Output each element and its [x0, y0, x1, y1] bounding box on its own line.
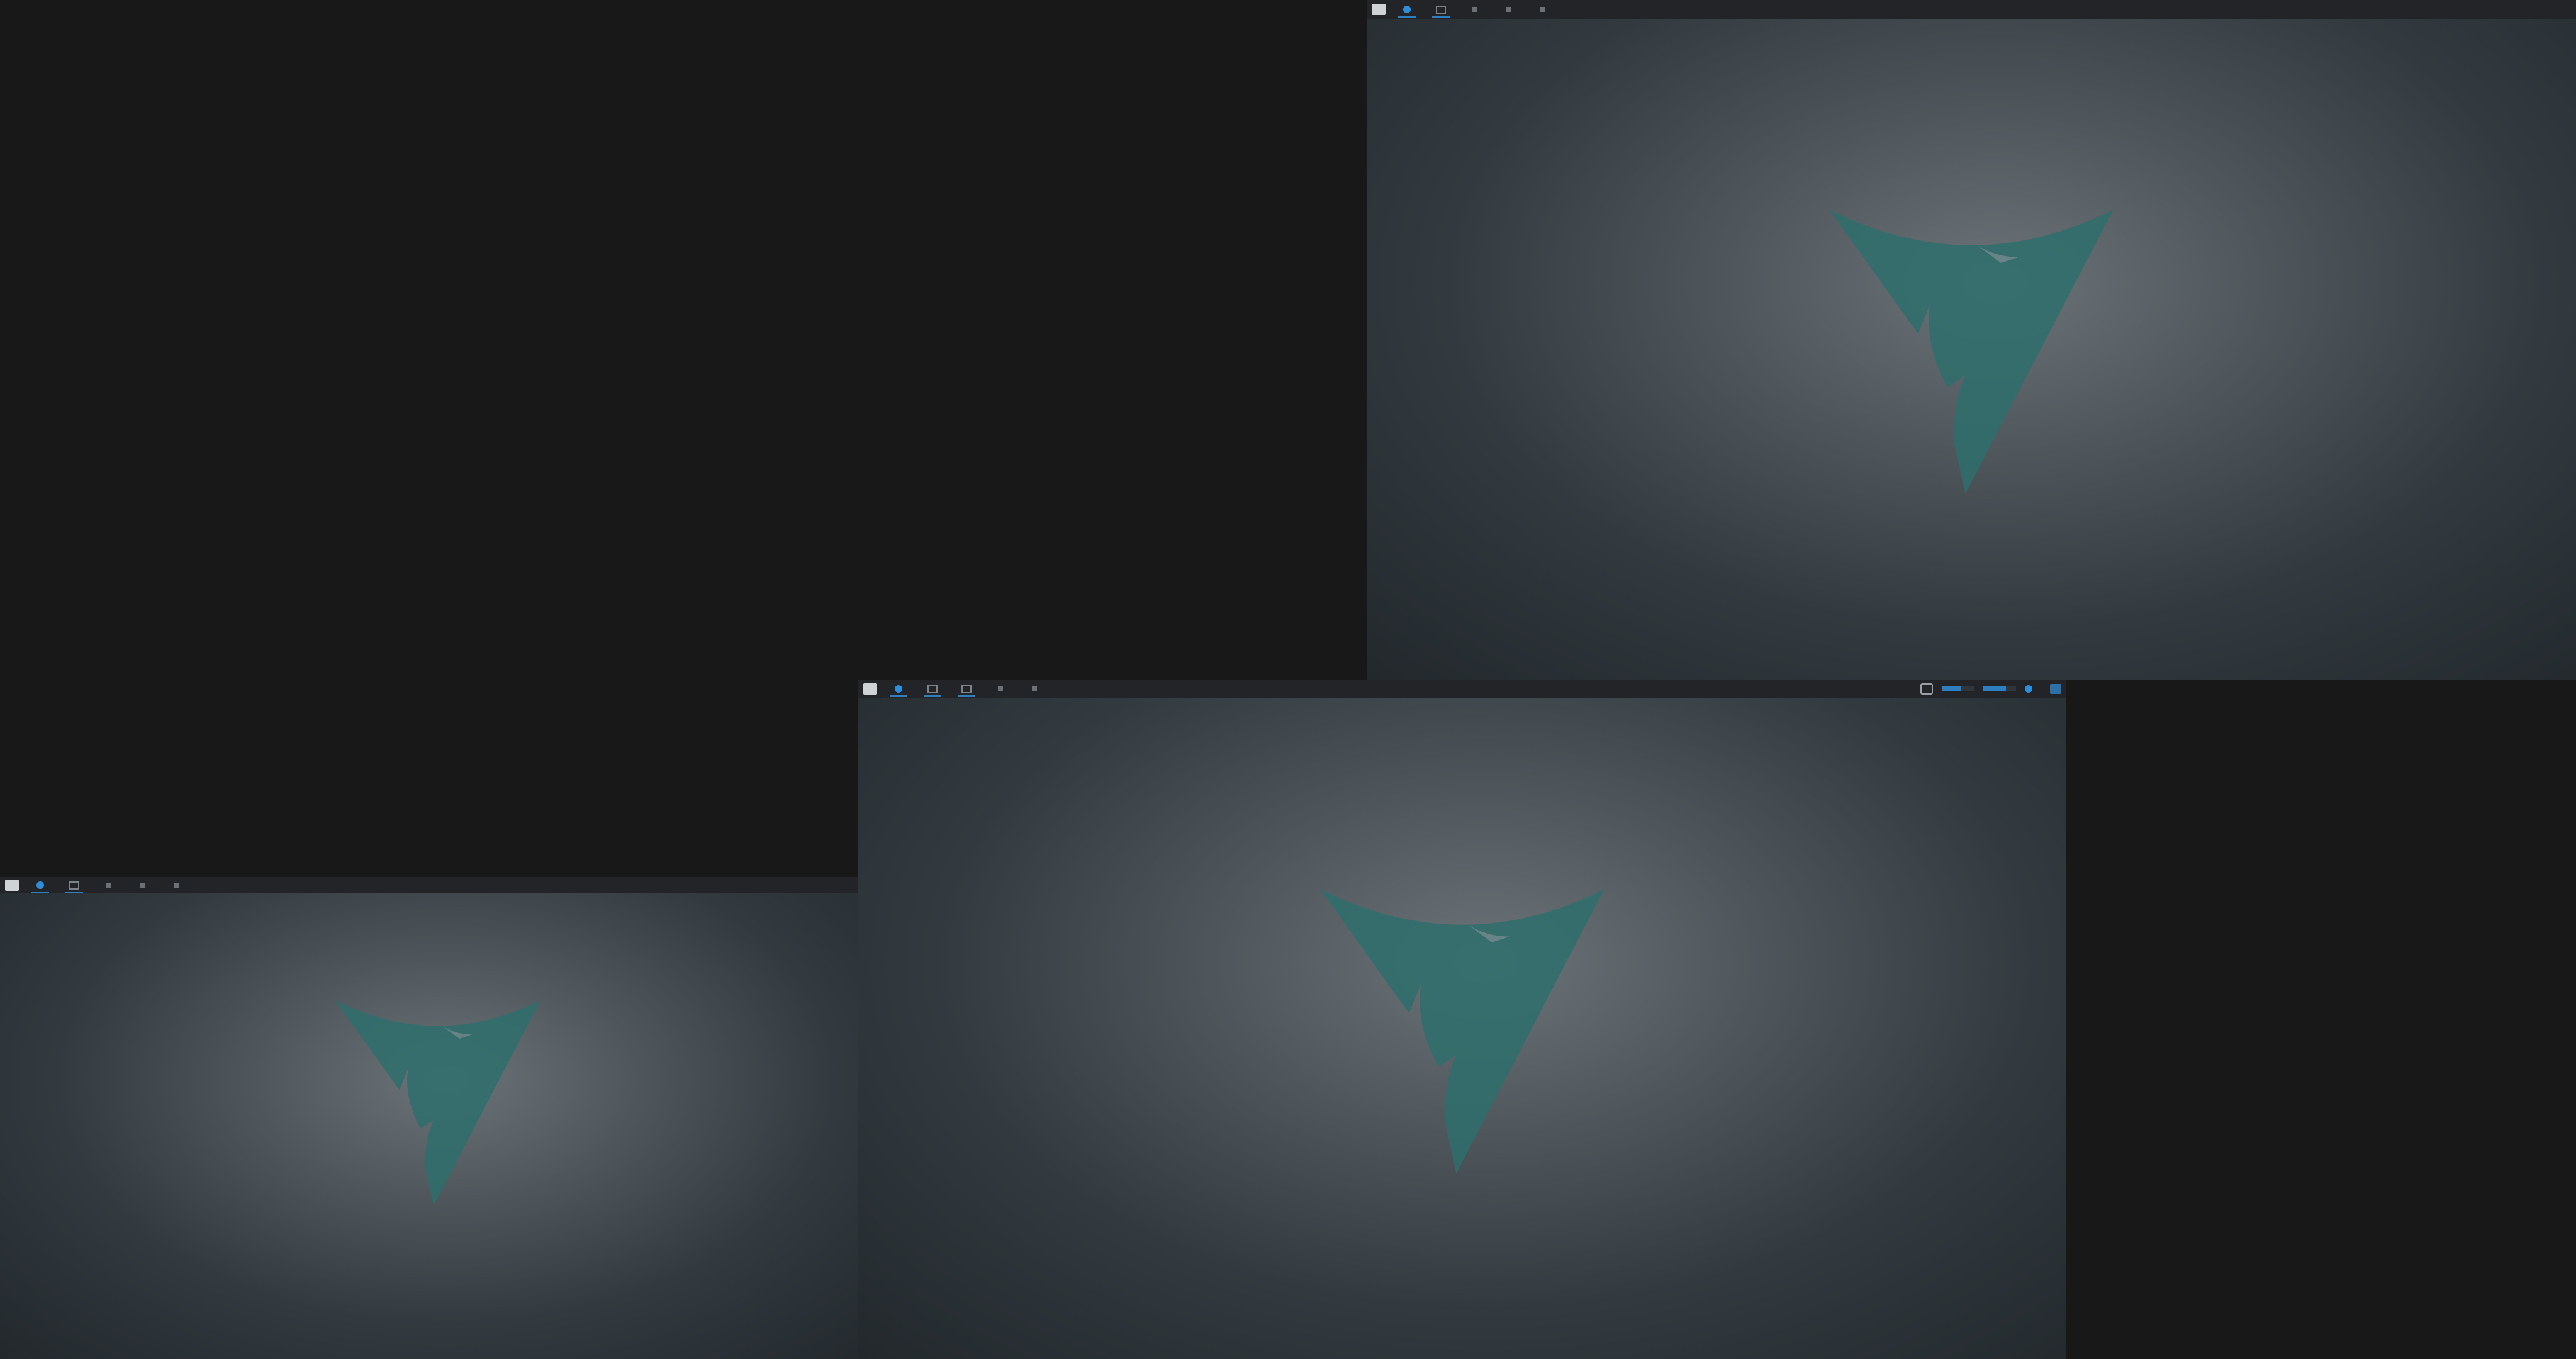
workspace-dot-icon [895, 685, 902, 693]
top-bar [0, 877, 858, 893]
workspace-1[interactable] [1394, 0, 1420, 19]
workspace-empty-icon [174, 883, 179, 888]
workspace-empty-icon [1506, 7, 1511, 12]
volume-meter-fill [1942, 686, 1962, 691]
bar-left-section [863, 680, 1047, 698]
network-meter-fill [1983, 686, 2007, 691]
workspace-empty-icon [1472, 7, 1477, 12]
workspace-3[interactable] [1462, 0, 1487, 19]
workspace-empty-icon [998, 686, 1003, 691]
workspace-dot-icon [1403, 6, 1411, 13]
workspace-5[interactable] [1022, 680, 1047, 698]
workspace-3[interactable] [96, 877, 121, 895]
status-dot-icon[interactable] [2025, 685, 2032, 693]
workspace-3[interactable] [954, 680, 979, 698]
workspace-window-icon [69, 881, 79, 890]
workspace-2[interactable] [1428, 0, 1453, 19]
workspace-2[interactable] [62, 877, 87, 895]
workspace-2[interactable] [920, 680, 945, 698]
workspace-empty-icon [1032, 686, 1037, 691]
system-tray [1920, 680, 2061, 698]
workspace-dot-icon [36, 881, 44, 889]
monitor-top-right [1367, 0, 2576, 680]
top-bar [1367, 0, 2576, 19]
monitor-center [858, 680, 2066, 1359]
workspace-window-icon [961, 685, 972, 693]
triangle-claw-logo [1320, 889, 1604, 1173]
network-meter[interactable] [1983, 686, 2016, 691]
workspace-4[interactable] [1496, 0, 1521, 19]
top-bar [858, 680, 2066, 698]
volume-meter[interactable] [1942, 686, 1974, 691]
workspace-1[interactable] [28, 877, 53, 895]
bar-left-section [5, 877, 189, 893]
workspace-window-icon [927, 685, 938, 693]
triangle-claw-logo [335, 1000, 540, 1205]
workspace-empty-icon [1540, 7, 1545, 12]
app-menu-icon[interactable] [5, 880, 19, 891]
workspace-empty-icon [106, 883, 111, 888]
workspace-empty-icon [140, 883, 145, 888]
workspace-1[interactable] [886, 680, 911, 698]
workspace-4[interactable] [988, 680, 1013, 698]
wallpaper [858, 698, 2066, 1359]
wallpaper [1367, 19, 2576, 680]
wallpaper [0, 893, 858, 1359]
app-menu-icon[interactable] [863, 683, 877, 695]
workspace-4[interactable] [130, 877, 155, 895]
workspace-5[interactable] [1530, 0, 1555, 19]
app-menu-icon[interactable] [1372, 4, 1386, 15]
notification-icon[interactable] [2050, 684, 2061, 694]
bar-left-section [1372, 0, 1555, 19]
monitor-bottom-left [0, 877, 858, 1359]
workspace-window-icon [1436, 5, 1446, 14]
tray-window-icon[interactable] [1920, 683, 1933, 695]
workspace-5[interactable] [164, 877, 189, 895]
triangle-claw-logo [1829, 210, 2114, 494]
